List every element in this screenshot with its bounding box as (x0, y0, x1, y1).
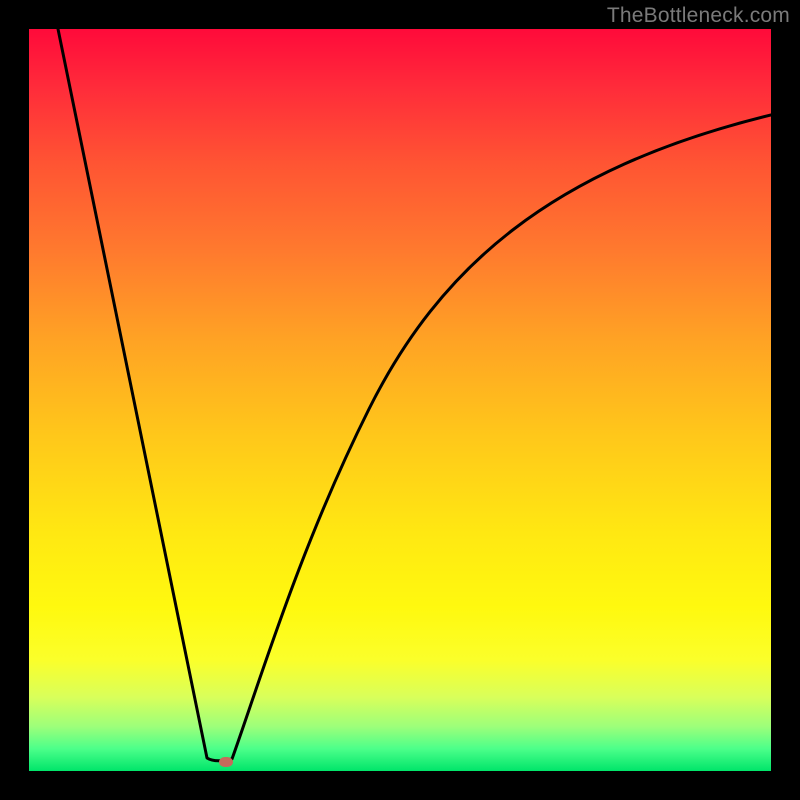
chart-frame: TheBottleneck.com (0, 0, 800, 800)
plot-area (29, 29, 771, 771)
optimum-marker (219, 757, 233, 767)
bottleneck-curve (58, 29, 771, 761)
watermark-text: TheBottleneck.com (607, 4, 790, 28)
curve-svg (29, 29, 771, 771)
